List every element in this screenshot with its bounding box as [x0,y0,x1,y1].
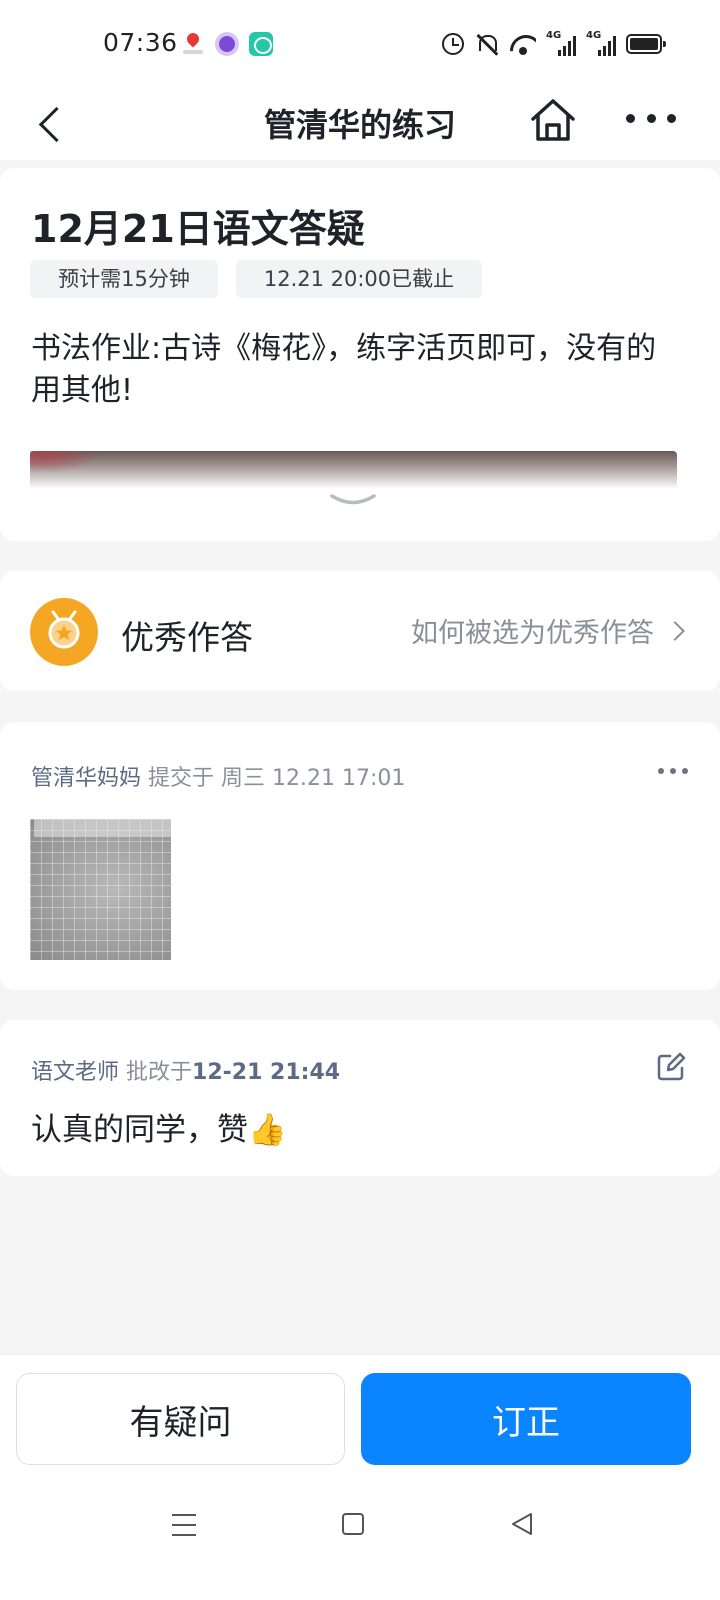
chat-app-icon [249,32,273,56]
how-to-be-selected-text: 如何被选为优秀作答 [411,618,654,649]
review-card: 语文老师 批改于12-21 21:44 认真的同学，赞👍 [0,1020,720,1176]
duration-tag: 预计需15分钟 [30,260,218,298]
submission-action: 提交于 [148,766,215,791]
menu-icon[interactable] [172,1514,196,1536]
how-to-be-selected-link[interactable]: 如何被选为优秀作答 [411,611,688,650]
submission-meta: 管清华妈妈 提交于 周三 12.21 17:01 [31,760,405,792]
review-action: 批改于 [126,1060,193,1085]
battery-icon [626,34,666,54]
correct-button[interactable]: 订正 [361,1373,691,1465]
bottom-action-bar: 有疑问 订正 [0,1354,720,1486]
submission-time: 周三 12.21 17:01 [221,766,406,791]
home-icon[interactable] [527,94,579,146]
homework-card: 12月21日语文答疑 预计需15分钟 12.21 20:00已截止 书法作业:古… [0,168,720,541]
home-square-icon[interactable] [342,1513,364,1535]
edit-icon[interactable] [656,1052,686,1082]
submission-image-thumbnail[interactable] [30,819,171,960]
question-button[interactable]: 有疑问 [16,1373,345,1465]
excellent-answers-label: 优秀作答 [121,618,253,657]
chevron-down-icon[interactable] [329,491,377,509]
review-time: 12-21 21:44 [192,1060,341,1085]
review-meta: 语文老师 批改于12-21 21:44 [31,1054,340,1086]
status-icons: 4G 4G [442,30,666,58]
map-pin-icon [181,32,205,56]
back-triangle-icon[interactable] [510,1512,534,1536]
homework-image-preview[interactable] [30,451,677,489]
mute-icon [474,33,500,55]
medal-icon [30,598,98,666]
top-nav-bar: 管清华的练习 [0,88,720,160]
chevron-right-icon [665,620,685,641]
homework-title: 12月21日语文答疑 [31,207,365,251]
wifi-icon [510,33,536,55]
deadline-tag: 12.21 20:00已截止 [236,260,482,298]
alarm-icon [442,33,464,55]
status-bar: 07:36 4G 4G [0,0,720,88]
signal-icon: 4G [586,30,616,56]
status-time: 07:36 [103,28,178,57]
circle-app-icon [215,32,239,56]
homework-description: 书法作业:古诗《梅花》，练字活页即可，没有的用其他! [31,331,657,408]
submission-author: 管清华妈妈 [31,766,142,791]
review-comment: 认真的同学，赞👍 [31,1112,287,1148]
excellent-answers-row[interactable]: 优秀作答 如何被选为优秀作答 [0,571,720,691]
submission-card: 管清华妈妈 提交于 周三 12.21 17:01 [0,722,720,990]
signal-icon: 4G [546,30,576,56]
system-navigation-bar [0,1486,720,1600]
more-icon[interactable] [626,106,676,130]
reviewer-name: 语文老师 [31,1060,120,1085]
page-title: 管清华的练习 [263,106,456,144]
more-icon[interactable] [658,768,688,776]
